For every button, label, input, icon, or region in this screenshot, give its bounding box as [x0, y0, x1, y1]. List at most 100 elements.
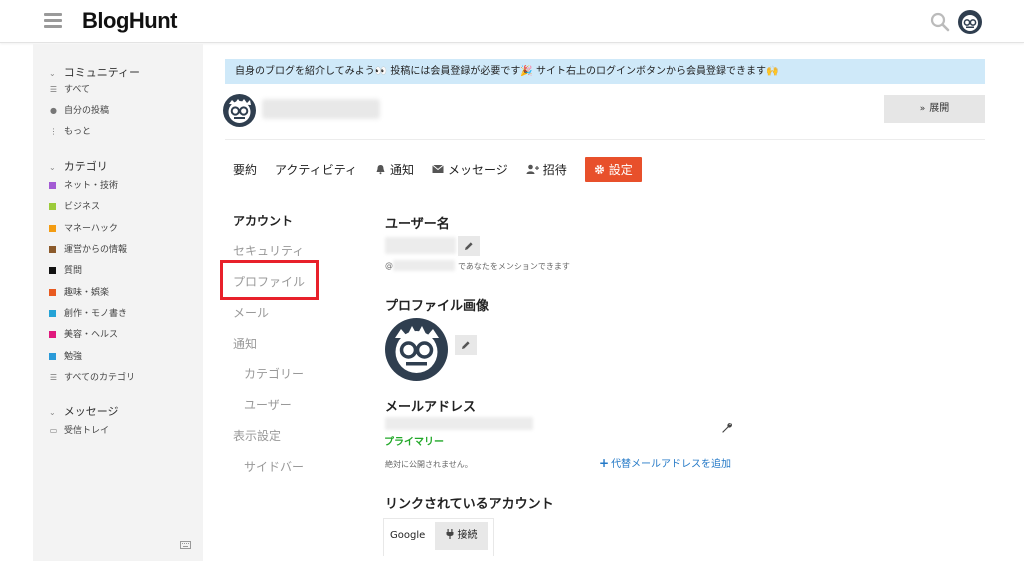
group-avatar	[223, 94, 256, 127]
chevron-down-icon: ⌄	[49, 163, 56, 172]
sidebar-category-item[interactable]: 創作・モノ書き	[49, 307, 127, 321]
mention-at: @	[385, 261, 393, 270]
bell-icon	[376, 164, 385, 174]
sidebar-item-label: 運営からの情報	[64, 245, 128, 255]
sidebar-item-my-posts[interactable]: ● 自分の投稿	[49, 104, 109, 118]
sidebar-item-label: 勉強	[64, 352, 83, 362]
pencil-icon	[465, 242, 473, 250]
more-vertical-icon: ⋮	[49, 127, 58, 136]
mention-hint: であなたをメンションできます	[458, 262, 570, 271]
sidebar-item-all-categories[interactable]: ☰ すべてのカテゴリ	[49, 371, 135, 385]
sidebar-category-item[interactable]: 運営からの情報	[49, 243, 127, 257]
settings-nav-email[interactable]: メール	[233, 304, 269, 321]
sidebar-section-community[interactable]: ⌄ コミュニティー	[49, 64, 140, 80]
expand-button[interactable]: » 展開	[884, 95, 985, 123]
connect-button-label: 接続	[457, 530, 478, 541]
hamburger-menu-icon[interactable]	[44, 13, 62, 29]
sidebar-item-all[interactable]: ☰ すべて	[49, 83, 90, 97]
sidebar-category-item[interactable]: ビジネス	[49, 200, 100, 214]
settings-nav-display[interactable]: 表示設定	[233, 427, 281, 444]
sidebar-category-item[interactable]: ネット・技術	[49, 179, 118, 193]
settings-nav-sidebar[interactable]: サイドバー	[244, 458, 304, 475]
site-logo[interactable]: BlogHunt	[82, 8, 177, 34]
sidebar-item-label: 趣味・娯楽	[64, 288, 110, 298]
chevron-down-icon: ⌄	[49, 69, 56, 78]
tab-notifications[interactable]: 通知	[375, 161, 414, 178]
tab-settings[interactable]: 設定	[584, 156, 642, 182]
sidebar-item-inbox[interactable]: ▭ 受信トレイ	[49, 424, 109, 438]
profile-image-title: プロファイル画像	[385, 299, 490, 314]
chevron-double-down-icon: »	[919, 104, 926, 114]
edit-profile-image-button[interactable]	[455, 335, 477, 355]
settings-nav-account: アカウント	[233, 214, 294, 228]
search-icon[interactable]	[930, 12, 950, 32]
plus-icon: +	[599, 456, 610, 470]
group-name-redacted	[262, 99, 380, 119]
sidebar-category-item[interactable]: マネーハック	[49, 222, 118, 236]
settings-nav-security[interactable]: セキュリティ	[233, 242, 304, 259]
owl-avatar-icon[interactable]	[958, 10, 982, 34]
settings-nav-users[interactable]: ユーザー	[244, 396, 292, 413]
settings-nav-categories[interactable]: カテゴリー	[244, 365, 304, 382]
sidebar-item-label: 自分の投稿	[64, 106, 110, 116]
sidebar-item-label: ネット・技術	[64, 181, 119, 191]
category-color-swatch	[49, 331, 56, 338]
tab-label: アクティビティ	[275, 162, 357, 177]
gear-icon	[594, 164, 604, 174]
highlight-box	[220, 260, 319, 300]
divider	[225, 139, 985, 140]
email-value-redacted	[385, 417, 533, 430]
category-color-swatch	[49, 353, 56, 360]
list-icon: ☰	[49, 373, 58, 382]
tab-messages[interactable]: メッセージ	[432, 161, 508, 178]
sidebar-item-label: もっと	[64, 127, 92, 137]
category-color-swatch	[49, 203, 56, 210]
category-color-swatch	[49, 182, 56, 189]
add-alternate-email-link[interactable]: + 代替メールアドレスを追加	[599, 455, 731, 470]
expand-button-label: 展開	[929, 103, 950, 114]
mention-name-redacted	[393, 260, 455, 271]
profile-image	[385, 318, 448, 381]
tab-summary[interactable]: 要約	[233, 161, 257, 178]
tab-invite[interactable]: 招待	[526, 161, 567, 178]
sidebar-category-item[interactable]: 質問	[49, 264, 82, 278]
sidebar-item-label: マネーハック	[64, 224, 118, 234]
linked-accounts-title: リンクされているアカウント	[385, 497, 554, 512]
sidebar-item-label: 質問	[64, 266, 83, 276]
edit-username-button[interactable]	[458, 236, 480, 256]
sidebar-category-item[interactable]: 美容・ヘルス	[49, 328, 118, 342]
username-title: ユーザー名	[385, 217, 450, 232]
user-icon: ●	[50, 106, 57, 115]
sidebar-item-more[interactable]: ⋮ もっと	[49, 125, 92, 139]
layers-icon: ☰	[49, 85, 58, 94]
sidebar-section-messages[interactable]: ⌄ メッセージ	[49, 403, 118, 419]
sidebar-section-label: カテゴリ	[63, 160, 108, 173]
plug-icon	[446, 529, 453, 539]
envelope-icon	[432, 164, 444, 173]
wrench-icon[interactable]	[721, 422, 733, 434]
settings-nav-notifications[interactable]: 通知	[233, 335, 257, 352]
user-plus-icon	[526, 164, 539, 174]
sidebar-category-item[interactable]: 勉強	[49, 350, 82, 364]
sidebar-item-label: すべてのカテゴリ	[64, 373, 136, 383]
category-color-swatch	[49, 289, 56, 296]
sidebar-section-categories[interactable]: ⌄ カテゴリ	[49, 158, 108, 174]
sidebar-category-item[interactable]: 趣味・娯楽	[49, 286, 109, 300]
tab-label: メッセージ	[448, 162, 508, 177]
top-header: BlogHunt	[0, 0, 1024, 43]
keyboard-icon[interactable]	[180, 541, 191, 549]
inbox-icon: ▭	[49, 426, 58, 435]
left-sidebar: ⌄ コミュニティー ☰ すべて ● 自分の投稿 ⋮ もっと ⌄ カテゴリ ネット・技術ビジ…	[33, 44, 203, 561]
chevron-down-icon: ⌄	[49, 408, 56, 417]
category-color-swatch	[49, 267, 56, 274]
add-email-label: 代替メールアドレスを追加	[611, 459, 732, 470]
sidebar-section-label: コミュニティー	[63, 66, 141, 79]
tab-label: 通知	[389, 162, 414, 177]
email-private-note: 絶対に公開されません。	[385, 460, 473, 469]
profile-tabs: 要約 アクティビティ 通知 メッセージ 招待 設定	[233, 156, 660, 182]
tab-activity[interactable]: アクティビティ	[275, 161, 357, 178]
sidebar-section-label: メッセージ	[63, 405, 119, 418]
connect-google-button[interactable]: 接続	[435, 522, 488, 550]
tab-label: 招待	[542, 162, 567, 177]
pencil-icon	[462, 341, 470, 349]
